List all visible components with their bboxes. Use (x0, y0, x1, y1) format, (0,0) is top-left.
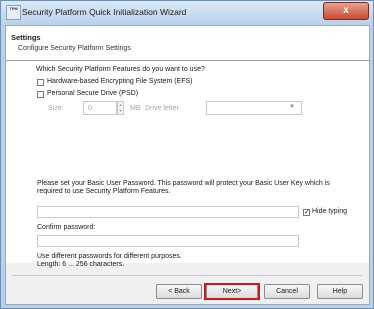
hide-typing-checkbox[interactable] (303, 208, 310, 216)
wizard-header: Settings Configure Security Platform Set… (6, 26, 369, 61)
size-spinner[interactable]: ▲ ▼ (117, 101, 124, 115)
footer-divider (12, 275, 362, 276)
title-bar[interactable]: TPM Security Platform Quick Initializati… (1, 1, 373, 23)
efs-checkbox[interactable] (37, 79, 44, 86)
psd-checkbox[interactable] (37, 91, 44, 98)
page-title: Settings (11, 33, 41, 42)
password-instruction: Please set your Basic User Password. Thi… (37, 180, 330, 195)
close-button[interactable]: x (323, 2, 369, 20)
password-note-line1: Use different passwords for different pu… (37, 253, 182, 260)
drive-letter-label: Drive letter (145, 105, 179, 112)
wizard-body: Settings Configure Security Platform Set… (5, 25, 370, 305)
password-input[interactable] (37, 206, 299, 218)
back-button[interactable]: < Back (156, 284, 202, 299)
features-question: Which Security Platform Features do you … (36, 66, 205, 73)
confirm-password-label: Confirm password: (37, 224, 96, 231)
size-input[interactable]: 0 (83, 101, 117, 115)
help-button[interactable]: Help (317, 284, 363, 299)
password-note-line2: Length: 6 ... 256 characters. (37, 261, 125, 268)
wizard-window: TPM Security Platform Quick Initializati… (0, 0, 374, 309)
settings-panel: Which Security Platform Features do you … (6, 61, 369, 263)
size-label: Size: (48, 105, 64, 112)
tpm-app-icon: TPM (6, 5, 21, 20)
page-subtitle: Configure Security Platform Settings (18, 45, 131, 52)
drive-letter-dropdown[interactable]: ▼ (206, 101, 302, 115)
confirm-password-input[interactable] (37, 235, 299, 247)
hide-typing-label: Hide typing (312, 208, 348, 215)
cancel-button[interactable]: Cancel (264, 284, 310, 299)
window-title: Security Platform Quick Initialization W… (22, 7, 187, 17)
next-button-highlight (204, 283, 260, 300)
size-unit-label: MB (130, 105, 141, 112)
efs-label: Hardware-based Encrypting File System (E… (47, 78, 193, 85)
chevron-down-icon: ▼ (289, 104, 295, 110)
psd-label: Personal Secure Drive (PSD) (47, 90, 139, 97)
